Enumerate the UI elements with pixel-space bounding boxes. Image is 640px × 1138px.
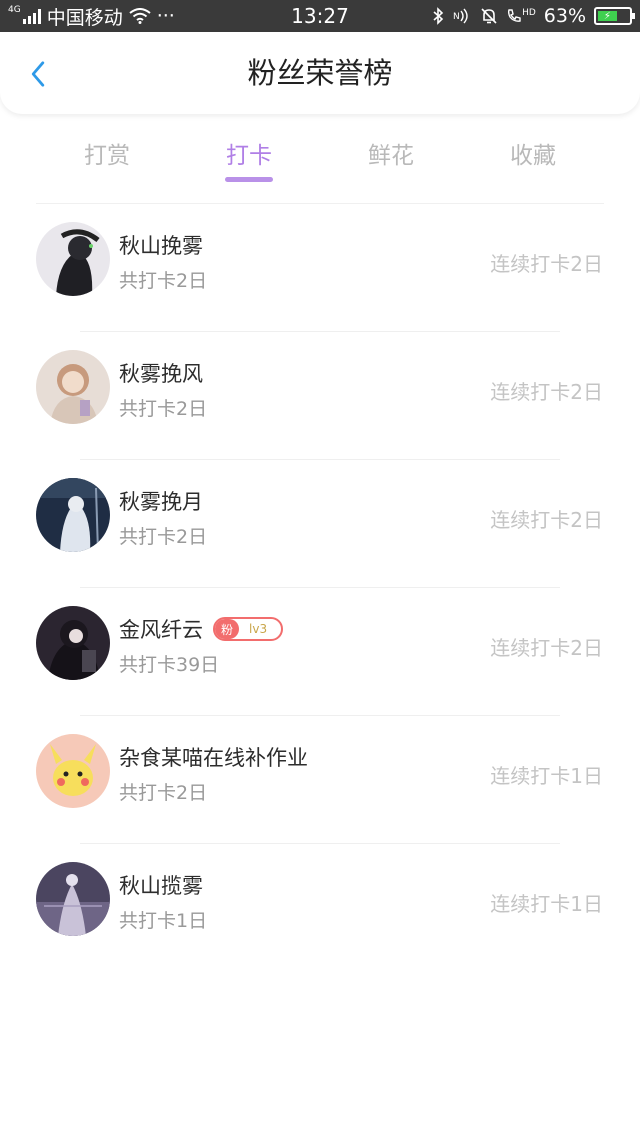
avatar[interactable] [36,222,110,296]
network-type-label: 4G [8,5,21,15]
streak-label: 连续打卡2日 [490,380,603,404]
header: 粉丝荣誉榜 [0,32,640,114]
hd-label: HD [522,8,536,18]
avatar[interactable] [36,734,110,808]
list-item[interactable]: 秋雾挽风 共打卡2日 连续打卡2日 [0,332,640,460]
avatar[interactable] [36,350,110,424]
user-name: 秋山挽雾 [119,234,203,258]
user-name: 秋山揽雾 [119,874,203,898]
total-checkins: 共打卡2日 [119,398,208,420]
total-checkins: 共打卡2日 [119,782,208,804]
badge-level-label: lv3 [249,622,268,636]
streak-label: 连续打卡2日 [490,508,603,532]
user-name: 秋雾挽月 [119,490,203,514]
streak-label: 连续打卡2日 [490,636,603,660]
list-item[interactable]: 杂食某喵在线补作业 共打卡2日 连续打卡1日 [0,716,640,844]
mute-bell-icon [481,8,497,24]
back-button[interactable] [18,54,58,94]
user-name: 金风纤云 [119,618,203,642]
signal-icon [22,8,41,24]
tab-flowers[interactable]: 鲜花 [320,120,462,184]
streak-label: 连续打卡1日 [490,892,603,916]
fan-list: 秋山挽雾 共打卡2日 连续打卡2日 秋雾挽风 共打卡2日 连续打卡2日 秋雾挽月… [0,204,640,972]
battery-icon: ⚡ [594,7,635,25]
list-item[interactable]: 秋山挽雾 共打卡2日 连续打卡2日 [0,204,640,332]
total-checkins: 共打卡39日 [119,654,220,676]
hd-call-icon: HD [506,8,536,24]
avatar[interactable] [36,862,110,936]
status-bar: 4G 中国移动 ··· 13:27 N HD 63% ⚡ [0,0,640,32]
list-item[interactable]: 金风纤云 粉 lv3 共打卡39日 连续打卡2日 [0,588,640,716]
total-checkins: 共打卡1日 [119,910,208,932]
bluetooth-icon [433,7,444,25]
badge-fan-label: 粉 [215,619,240,639]
avatar[interactable] [36,606,110,680]
list-item[interactable]: 秋山揽雾 共打卡1日 连续打卡1日 [0,844,640,972]
battery-percent: 63% [543,5,586,27]
carrier-label: 中国移动 [46,6,123,29]
wifi-icon [129,8,151,24]
user-name: 杂食某喵在线补作业 [119,746,308,770]
svg-text:N: N [453,12,460,22]
battery-level-fill: ⚡ [598,11,617,22]
page-title: 粉丝荣誉榜 [247,56,393,90]
tab-checkin[interactable]: 打卡 [178,120,320,184]
clock: 13:27 [291,4,349,28]
chevron-left-icon [31,61,45,87]
streak-label: 连续打卡1日 [490,764,603,788]
tab-bar: 打赏 打卡 鲜花 收藏 [36,120,604,184]
avatar[interactable] [36,478,110,552]
tab-favorites[interactable]: 收藏 [462,120,604,184]
nfc-icon: N [453,8,468,24]
streak-label: 连续打卡2日 [490,252,603,276]
list-item[interactable]: 秋雾挽月 共打卡2日 连续打卡2日 [0,460,640,588]
fan-level-badge: 粉 lv3 [213,617,284,641]
total-checkins: 共打卡2日 [119,526,208,548]
more-indicator: ··· [156,5,175,27]
user-name: 秋雾挽风 [119,362,203,386]
total-checkins: 共打卡2日 [119,270,208,292]
tab-reward[interactable]: 打赏 [36,120,178,184]
